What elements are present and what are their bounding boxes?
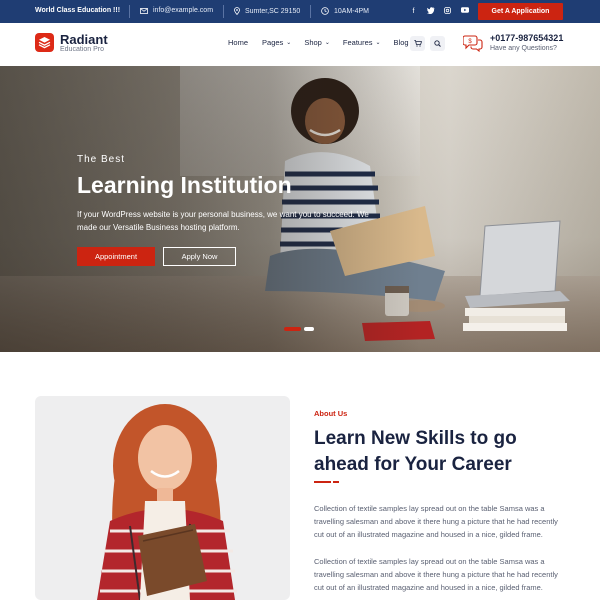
twitter-icon[interactable] [426, 7, 435, 16]
hero-description: If your WordPress website is your person… [77, 210, 369, 232]
envelope-icon [140, 7, 148, 14]
youtube-icon[interactable] [460, 7, 469, 16]
topbar-divider [223, 5, 224, 18]
nav-item-label: Blog [393, 38, 409, 47]
cart-icon [413, 40, 422, 47]
about-title-underline [314, 481, 331, 483]
search-icon [434, 40, 441, 47]
about-title-underline-accent [333, 481, 339, 483]
logo-icon[interactable] [35, 33, 54, 52]
nav-item-label: Pages [262, 38, 284, 47]
nav-item-home[interactable]: Home [228, 38, 248, 47]
chevron-down-icon: ⌄ [324, 40, 330, 46]
slider-dot[interactable] [304, 327, 314, 331]
hero-slider: The Best Learning Institution If your Wo… [0, 66, 600, 352]
nav-item-pages[interactable]: Pages ⌄ [262, 38, 291, 47]
nav-item-label: Shop [304, 38, 322, 47]
brand-name[interactable]: Radiant [60, 32, 108, 47]
phone-caption: Have any Questions? [490, 45, 557, 52]
topbar-divider [129, 5, 130, 18]
site-header: Radiant Education Pro Home Pages ⌄ Shop ⌄ … [0, 23, 600, 66]
cart-button[interactable] [410, 36, 425, 51]
clock-icon [321, 7, 329, 15]
hero-title: Learning Institution [77, 172, 292, 198]
map-pin-icon [234, 7, 240, 15]
phone-number[interactable]: +0177-987654321 [490, 33, 563, 43]
chevron-down-icon: ⌄ [286, 40, 292, 46]
topbar-tagline: World Class Education !!! [35, 7, 121, 14]
about-kicker: About Us [314, 409, 348, 418]
about-paragraph: Collection of textile samples lay spread… [314, 557, 558, 592]
nav-item-blog[interactable]: Blog [394, 38, 409, 47]
topbar-location-text: Sumter,SC 29150 [245, 7, 301, 15]
topbar: World Class Education !!! info@example.c… [0, 0, 600, 23]
instagram-icon[interactable] [443, 7, 452, 16]
topbar-hours: 10AM-4PM [321, 7, 369, 15]
topbar-email-text: info@example.com [153, 7, 214, 14]
about-image [35, 396, 290, 600]
nav-item-features[interactable]: Features ⌄ [343, 38, 381, 47]
chevron-down-icon: ⌄ [375, 40, 381, 46]
about-student-image [97, 404, 237, 600]
get-application-button[interactable]: Get A Application [478, 3, 563, 20]
nav-item-shop[interactable]: Shop ⌄ [304, 38, 330, 47]
topbar-hours-text: 10AM-4PM [334, 7, 370, 15]
topbar-email[interactable]: info@example.com [140, 7, 213, 14]
facebook-icon[interactable]: f [409, 7, 418, 16]
apply-now-button[interactable]: Apply Now [163, 247, 236, 266]
topbar-location: Sumter,SC 29150 [234, 7, 300, 15]
chat-bubbles-icon: $ [463, 35, 483, 52]
svg-text:$: $ [468, 39, 472, 45]
about-paragraph: Collection of textile samples lay spread… [314, 504, 558, 539]
hero-kicker: The Best [77, 154, 126, 165]
slider-dot-active[interactable] [284, 327, 301, 331]
search-button[interactable] [430, 36, 445, 51]
nav-item-label: Home [228, 38, 249, 47]
main-nav: Home Pages ⌄ Shop ⌄ Features ⌄ Blog [228, 38, 409, 47]
appointment-button[interactable]: Appointment [77, 247, 155, 266]
topbar-divider [310, 5, 311, 18]
about-title: Learn New Skills to go ahead for Your Ca… [314, 428, 517, 475]
brand-subtitle: Education Pro [60, 46, 104, 53]
nav-item-label: Features [342, 38, 373, 47]
